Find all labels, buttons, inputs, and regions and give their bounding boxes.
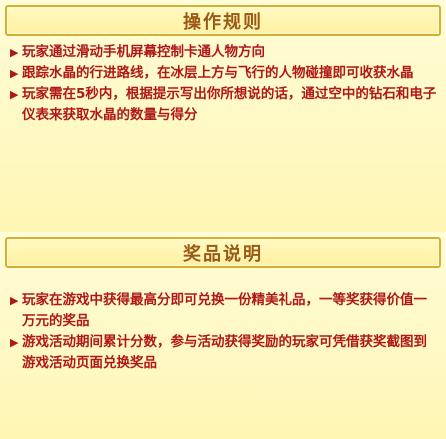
rule-text: 跟踪水晶的行进路线，在冰层上方与飞行的人物碰撞即可收获水晶 <box>22 65 414 81</box>
rule-item-2: ▶ 跟踪水晶的行进路线，在冰层上方与飞行的人物碰撞即可收获水晶 <box>10 63 440 84</box>
rewards-header-bar: 奖品说明 <box>5 237 441 268</box>
reward-item-1: ▶ 玩家在游戏中获得最高分即可兑换一份精美礼品，一等奖获得价值一万元的奖品 <box>10 290 440 332</box>
reward-text: 游戏活动期间累计分数，参与活动获得奖励的玩家可凭借获奖截图到游戏活动页面兑换奖品 <box>22 334 427 371</box>
triangle-bullet-icon: ▶ <box>10 294 19 307</box>
rule-text: 玩家需在5秒内，根据提示写出你所想说的话，通过空中的钻石和电子仪表来获取水晶的数… <box>22 86 437 123</box>
triangle-bullet-icon: ▶ <box>10 46 19 59</box>
triangle-bullet-icon: ▶ <box>10 88 19 101</box>
rule-item-1: ▶ 玩家通过滑动手机屏幕控制卡通人物方向 <box>10 42 440 63</box>
rules-panel: 操作规则 ▶ 玩家通过滑动手机屏幕控制卡通人物方向 ▶ 跟踪水晶的行进路线，在冰… <box>0 0 446 232</box>
triangle-bullet-icon: ▶ <box>10 336 19 349</box>
rules-list: ▶ 玩家通过滑动手机屏幕控制卡通人物方向 ▶ 跟踪水晶的行进路线，在冰层上方与飞… <box>10 42 440 126</box>
triangle-bullet-icon: ▶ <box>10 67 19 80</box>
rewards-panel: 奖品说明 ▶ 玩家在游戏中获得最高分即可兑换一份精美礼品，一等奖获得价值一万元的… <box>0 232 446 439</box>
reward-text: 玩家在游戏中获得最高分即可兑换一份精美礼品，一等奖获得价值一万元的奖品 <box>22 292 427 329</box>
rewards-title: 奖品说明 <box>183 243 263 265</box>
reward-item-2: ▶ 游戏活动期间累计分数，参与活动获得奖励的玩家可凭借获奖截图到游戏活动页面兑换… <box>10 332 440 374</box>
rule-item-3: ▶ 玩家需在5秒内，根据提示写出你所想说的话，通过空中的钻石和电子仪表来获取水晶… <box>10 84 440 126</box>
rules-title: 操作规则 <box>183 11 263 33</box>
rewards-list: ▶ 玩家在游戏中获得最高分即可兑换一份精美礼品，一等奖获得价值一万元的奖品 ▶ … <box>10 290 440 374</box>
rules-header-bar: 操作规则 <box>5 5 441 36</box>
rule-text: 玩家通过滑动手机屏幕控制卡通人物方向 <box>22 44 265 60</box>
